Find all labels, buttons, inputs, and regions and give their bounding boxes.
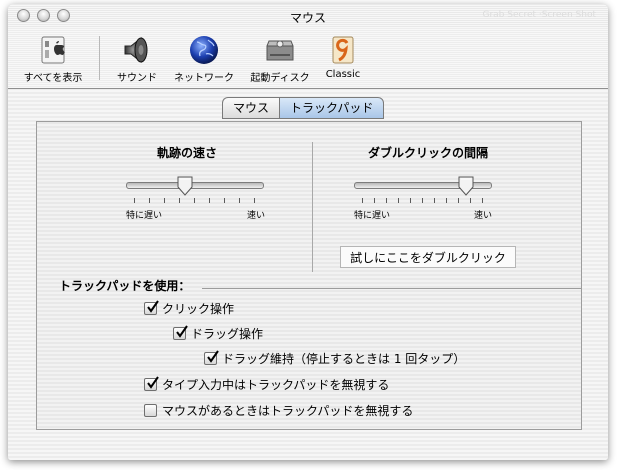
toolbar-show-all[interactable]: すべてを表示 <box>18 34 88 84</box>
toolbar-sound[interactable]: サウンド <box>112 34 162 84</box>
tracking-speed-heading: 軌跡の速さ <box>156 146 217 160</box>
toolbar-label: サウンド <box>117 73 157 84</box>
tab-mouse[interactable]: マウス <box>222 97 280 119</box>
ignore-when-mouse-checkbox[interactable]: マウスがあるときはトラックパッドを無視する <box>144 402 413 419</box>
double-click-test-field[interactable]: 試しにここをダブルクリック <box>340 246 516 268</box>
checkbox-label: ドラッグ維持（停止するときは 1 回タップ） <box>222 352 466 366</box>
speaker-icon <box>121 34 153 66</box>
slider-tick <box>374 198 375 203</box>
slider-tick <box>209 198 210 203</box>
trackpad-panel: 軌跡の速さ 特に遅い 速い ダブルクリックの間隔 特に遅い 速い 試しにここをダ… <box>36 121 582 430</box>
globe-icon <box>188 34 220 66</box>
checkbox-label: タイプ入力中はトラックパッドを無視する <box>162 378 390 392</box>
checkbox-label: ドラッグ操作 <box>191 327 264 341</box>
slider-tick <box>422 198 423 203</box>
toolbar-classic[interactable]: Classic <box>320 34 366 80</box>
slider-tick <box>224 198 225 203</box>
toolbar-startup-disk[interactable]: 起動ディスク <box>244 34 316 84</box>
slider-tick <box>410 198 411 203</box>
tracking-speed-thumb[interactable] <box>177 176 193 196</box>
double-click-thumb[interactable] <box>458 176 474 196</box>
slider-tick <box>164 198 165 203</box>
slider-tick <box>458 198 459 203</box>
slider-tick <box>254 198 255 203</box>
click-checkbox[interactable]: クリック操作 <box>144 300 234 317</box>
checkbox-box[interactable] <box>144 376 159 391</box>
column-divider <box>312 142 313 272</box>
hard-disk-icon <box>264 34 296 66</box>
toolbar-label: 起動ディスク <box>250 73 310 84</box>
slider-tick <box>179 198 180 203</box>
toolbar-label: Classic <box>325 69 361 80</box>
slider-tick <box>134 198 135 203</box>
title-bar[interactable]: マウス Grab Secret ·Screen Shot <box>8 4 608 28</box>
show-all-icon <box>37 34 69 66</box>
checkbox-box[interactable] <box>144 404 157 417</box>
tracking-min-label: 特に遅い <box>126 211 163 221</box>
slider-tick <box>470 198 471 203</box>
trackpad-usage-label: トラックパッドを使用： <box>59 279 191 293</box>
toolbar-label: ネットワーク <box>174 73 234 84</box>
toolbar: すべてを表示 サウンド ネットワーク 起動ディスク Classic <box>8 28 608 89</box>
slider-tick <box>194 198 195 203</box>
preferences-window: マウス Grab Secret ·Screen Shot すべてを表示 サウンド… <box>8 4 608 460</box>
ignore-while-typing-checkbox[interactable]: タイプ入力中はトラックパッドを無視する <box>144 376 389 393</box>
checkbox-box[interactable] <box>173 325 188 340</box>
double-click-heading: ダブルクリックの間隔 <box>367 146 488 160</box>
slider-tick <box>362 198 363 203</box>
slider-tick <box>239 198 240 203</box>
slider-tick <box>482 198 483 203</box>
toolbar-label: すべてを表示 <box>23 73 83 84</box>
slider-tick <box>446 198 447 203</box>
toolbar-network[interactable]: ネットワーク <box>168 34 240 84</box>
usage-separator <box>202 288 581 289</box>
checkbox-label: クリック操作 <box>162 302 235 316</box>
slider-tick <box>398 198 399 203</box>
slider-tick <box>386 198 387 203</box>
double-click-min-label: 特に遅い <box>354 211 391 221</box>
slider-tick <box>149 198 150 203</box>
tracking-max-label: 速い <box>247 211 266 221</box>
tab-bar: マウス トラックパッド <box>222 97 385 119</box>
ghost-watermark-text: Grab Secret ·Screen Shot <box>482 10 596 20</box>
classic-9-icon <box>327 34 359 66</box>
toolbar-separator <box>99 36 100 80</box>
drag-lock-checkbox[interactable]: ドラッグ維持（停止するときは 1 回タップ） <box>204 350 465 367</box>
slider-tick <box>434 198 435 203</box>
double-click-max-label: 速い <box>474 211 493 221</box>
drag-checkbox[interactable]: ドラッグ操作 <box>173 325 263 342</box>
tab-trackpad[interactable]: トラックパッド <box>279 97 385 119</box>
checkbox-label: マウスがあるときはトラックパッドを無視する <box>162 404 414 418</box>
checkbox-box[interactable] <box>144 300 159 315</box>
checkbox-box[interactable] <box>204 350 219 365</box>
tracking-speed-slider[interactable] <box>126 182 264 189</box>
